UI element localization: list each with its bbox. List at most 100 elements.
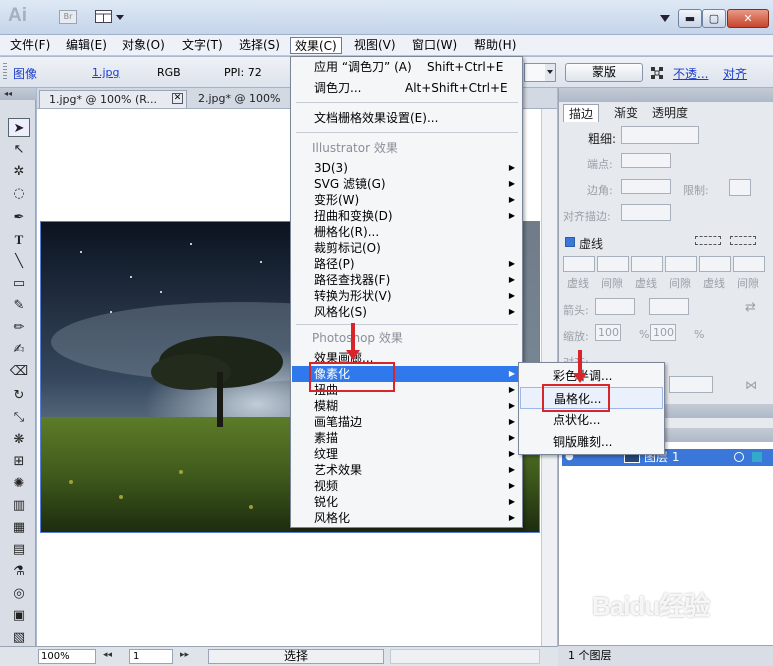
selection-indicator[interactable] [752,452,762,462]
bridge-button[interactable]: Br [59,10,77,24]
page-nav-last-icon[interactable]: ▸▸ [180,650,189,660]
artboard-tool-icon[interactable]: ▣ [8,606,30,625]
menu-texture[interactable]: 纹理 ▶ [292,446,521,462]
menu-artistic[interactable]: 艺术效果 ▶ [292,462,521,478]
eyedropper-tool-icon[interactable]: ⚗ [8,562,30,581]
opacity-link[interactable]: 不透... [673,65,708,82]
menu-brush-strokes[interactable]: 画笔描边 ▶ [292,414,521,430]
end-scale-field[interactable]: 100 [650,324,676,341]
style-dropdown[interactable] [524,63,556,82]
menu-blur[interactable]: 模糊 ▶ [292,398,521,414]
menu-stylize-illustrator[interactable]: 风格化(S) ▶ [292,304,521,320]
dashed-line-checkbox[interactable] [565,237,575,247]
menu-pathfinder[interactable]: 路径查找器(F) ▶ [292,272,521,288]
start-scale-field[interactable]: 100 [595,324,621,341]
mask-button[interactable]: 蒙版 [565,63,643,82]
align-stroke-buttons[interactable] [621,204,671,221]
menu-path[interactable]: 路径(P) ▶ [292,256,521,272]
menu-convert-to-shape[interactable]: 转换为形状(V) ▶ [292,288,521,304]
menu-distort-transform[interactable]: 扭曲和变换(D) ▶ [292,208,521,224]
menu-window[interactable]: 窗口(W) [408,37,461,54]
direct-selection-tool-icon[interactable]: ↖ [8,140,30,159]
free-transform-tool-icon[interactable]: ⊞ [8,452,30,471]
dash-field-2[interactable] [631,256,663,272]
line-tool-icon[interactable]: ╲ [8,252,30,271]
dash-field-3[interactable] [699,256,731,272]
rotate-tool-icon[interactable]: ↻ [8,386,30,405]
symbol-sprayer-tool-icon[interactable]: ✺ [8,474,30,493]
graph-tool-icon[interactable]: ▥ [8,496,30,515]
menu-type[interactable]: 文字(T) [178,37,227,54]
corner-buttons[interactable] [621,179,671,194]
menu-sketch[interactable]: 素描 ▶ [292,430,521,446]
lasso-tool-icon[interactable]: ◌ [8,184,30,203]
status-tool-select[interactable]: 选择 [208,649,384,664]
warp-tool-icon[interactable]: ❋ [8,430,30,449]
menu-edit[interactable]: 编辑(E) [62,37,111,54]
menu-palette-knife[interactable]: 调色刀... Alt+Shift+Ctrl+E [292,80,521,96]
minimize-button[interactable]: ▬ [678,9,702,28]
arrange-documents-button[interactable] [95,9,125,25]
menu-apply-palette-knife[interactable]: 应用 “调色刀” (A) Shift+Ctrl+E [292,59,521,75]
pencil-tool-icon[interactable]: ✏ [8,318,30,337]
target-icon[interactable] [734,452,744,462]
menu-sharpen[interactable]: 锐化 ▶ [292,494,521,510]
menu-stylize-photoshop[interactable]: 风格化 ▶ [292,510,521,526]
flip-icon[interactable]: ⋈ [745,378,757,392]
menu-effect[interactable]: 效果(C) [290,37,342,54]
mesh-tool-icon[interactable]: ▦ [8,518,30,537]
end-arrowhead-select[interactable] [649,298,689,315]
dash-preset-1-icon[interactable] [695,236,721,245]
page-nav-first-icon[interactable]: ◂◂ [103,650,112,660]
doc-tab-1[interactable]: 1.jpg* @ 100% (R... [39,90,187,108]
selection-tool-icon[interactable]: ➤ [8,118,30,137]
page-select[interactable]: 1 [129,649,173,664]
linked-file-link[interactable]: 1.jpg [92,66,120,79]
menu-doc-raster-settings[interactable]: 文档栅格效果设置(E)... [292,110,521,126]
doc-tab-2[interactable]: 2.jpg* @ 100% [189,90,289,108]
tab-stroke[interactable]: 描边 [563,104,600,122]
start-arrowhead-select[interactable] [595,298,635,315]
swap-arrowheads-icon[interactable]: ⇄ [745,300,756,315]
menu-warp[interactable]: 变形(W) ▶ [292,192,521,208]
menu-rasterize[interactable]: 栅格化(R)... [292,224,521,240]
magic-wand-tool-icon[interactable]: ✲ [8,162,30,181]
gap-field-1[interactable] [597,256,629,272]
align-link[interactable]: 对齐 [723,65,747,82]
dash-preset-2-icon[interactable] [730,236,756,245]
restore-button[interactable]: ▢ [702,9,726,28]
gap-field-3[interactable] [733,256,765,272]
workspace-dropdown-icon[interactable] [660,12,670,22]
gap-field-2[interactable] [665,256,697,272]
menu-file[interactable]: 文件(F) [6,37,54,54]
submenu-pointillize[interactable]: 点状化... [520,409,663,431]
tab-transparency[interactable]: 透明度 [647,104,693,122]
tab-gradient[interactable]: 渐变 [609,104,643,122]
menu-select[interactable]: 选择(S) [235,37,284,54]
eraser-tool-icon[interactable]: ⌫ [8,362,30,381]
close-tab-icon[interactable]: ✕ [172,93,183,104]
weight-field[interactable] [621,126,699,144]
cap-buttons[interactable] [621,153,671,168]
dash-field-1[interactable] [563,256,595,272]
menu-svg-filters[interactable]: SVG 滤镜(G) ▶ [292,176,521,192]
profile-select[interactable] [669,376,713,393]
scale-tool-icon[interactable]: ⤡ [8,408,30,427]
pen-tool-icon[interactable]: ✒ [8,208,30,227]
type-tool-icon[interactable]: T [8,230,30,249]
close-button[interactable]: ✕ [727,9,769,28]
paintbrush-tool-icon[interactable]: ✎ [8,296,30,315]
menu-help[interactable]: 帮助(H) [470,37,520,54]
rectangle-tool-icon[interactable]: ▭ [8,274,30,293]
zoom-select[interactable]: 100% [38,649,96,664]
slice-tool-icon[interactable]: ▧ [8,628,30,647]
limit-field[interactable] [729,179,751,196]
menu-view[interactable]: 视图(V) [350,37,400,54]
gradient-tool-icon[interactable]: ▤ [8,540,30,559]
menu-3d[interactable]: 3D(3) ▶ [292,160,521,176]
menu-video[interactable]: 视频 ▶ [292,478,521,494]
menu-crop-marks[interactable]: 裁剪标记(O) [292,240,521,256]
menu-object[interactable]: 对象(O) [118,37,169,54]
blob-brush-tool-icon[interactable]: ✍ [8,340,30,359]
horizontal-scrollbar[interactable] [390,649,540,664]
